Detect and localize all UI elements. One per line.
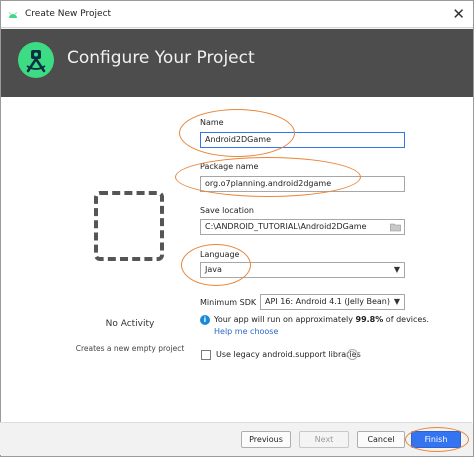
name-value: Android2DGame xyxy=(205,135,271,144)
title-bar: Create New Project ✕ xyxy=(1,1,473,28)
language-select[interactable]: Java ▼ xyxy=(200,262,405,278)
window-title: Create New Project xyxy=(25,9,112,19)
cancel-button[interactable]: Cancel xyxy=(357,431,405,448)
package-name-label: Package name xyxy=(200,162,259,171)
name-label: Name xyxy=(200,118,224,127)
package-name-value: org.o7planning.android2dgame xyxy=(205,179,332,188)
previous-button[interactable]: Previous xyxy=(241,431,291,448)
help-me-choose-link[interactable]: Help me choose xyxy=(214,327,278,336)
header-banner: Configure Your Project xyxy=(1,29,473,97)
android-studio-icon xyxy=(18,42,54,78)
info-icon: i xyxy=(200,315,210,325)
next-button[interactable]: Next xyxy=(299,431,349,448)
minimum-sdk-value: API 16: Android 4.1 (Jelly Bean) xyxy=(265,297,390,306)
name-field[interactable]: Android2DGame xyxy=(200,132,405,148)
coverage-percent: 99.8% xyxy=(355,315,384,324)
help-icon[interactable]: ? xyxy=(347,349,358,360)
chevron-down-icon: ▼ xyxy=(393,297,400,306)
finish-button[interactable]: Finish xyxy=(411,431,461,448)
save-location-field[interactable]: C:\ANDROID_TUTORIAL\Android2DGame xyxy=(200,219,405,235)
minimum-sdk-label: Minimum SDK xyxy=(200,298,257,307)
template-title: No Activity xyxy=(105,319,155,329)
language-label: Language xyxy=(200,250,240,259)
legacy-support-checkbox[interactable] xyxy=(201,350,211,360)
close-icon[interactable]: ✕ xyxy=(452,4,465,24)
chevron-down-icon: ▼ xyxy=(393,265,400,274)
template-description: Creates a new empty project xyxy=(75,344,185,353)
device-coverage-text: Your app will run on approximately 99.8%… xyxy=(214,315,430,324)
legacy-support-label[interactable]: Use legacy android.support libraries xyxy=(216,350,361,359)
minimum-sdk-select[interactable]: API 16: Android 4.1 (Jelly Bean) ▼ xyxy=(260,294,405,310)
activity-preview-placeholder xyxy=(94,191,164,261)
folder-icon[interactable] xyxy=(390,222,401,232)
language-value: Java xyxy=(205,265,222,274)
android-app-icon xyxy=(9,12,17,18)
package-name-field[interactable]: org.o7planning.android2dgame xyxy=(200,176,405,192)
save-location-value: C:\ANDROID_TUTORIAL\Android2DGame xyxy=(205,222,367,231)
save-location-label: Save location xyxy=(200,206,254,215)
page-title: Configure Your Project xyxy=(67,48,255,68)
